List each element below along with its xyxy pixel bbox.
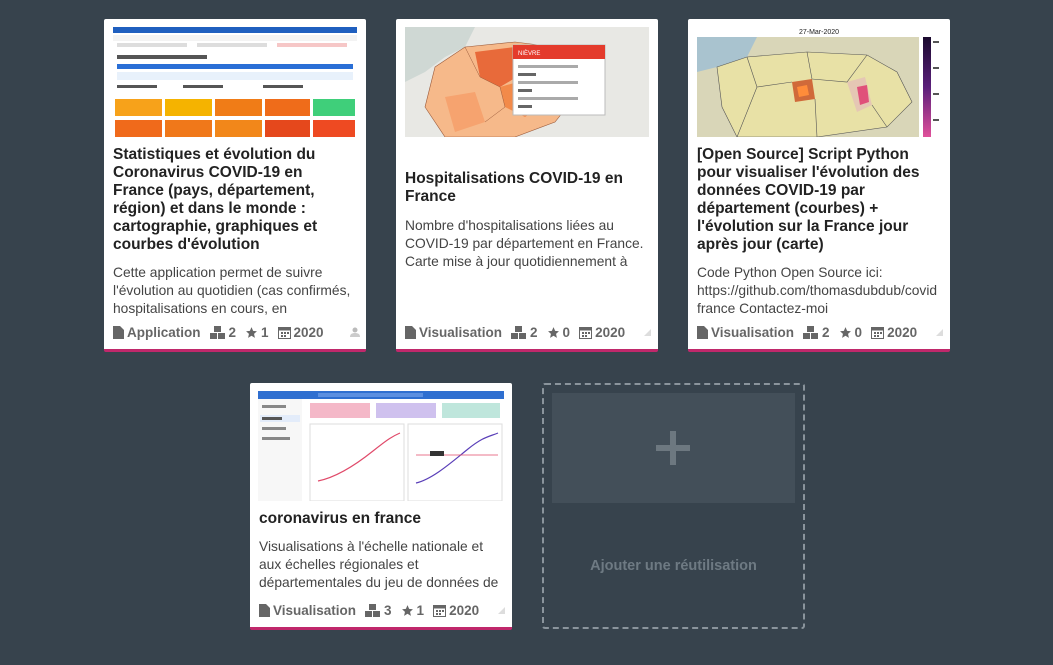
map-popup-title: NIÈVRE bbox=[518, 50, 540, 57]
map-date: 27-Mar-2020 bbox=[799, 29, 839, 36]
year-meta: 2020 bbox=[277, 324, 324, 340]
card-title[interactable]: Statistiques et évolution du Coronavirus… bbox=[113, 146, 356, 254]
cubes-icon bbox=[365, 603, 381, 617]
stars-count: 0 bbox=[854, 324, 863, 340]
year: 2020 bbox=[887, 324, 918, 340]
owner-avatar-icon[interactable] bbox=[496, 605, 506, 615]
reuse-card[interactable]: NIÈVRE Hospitalisations COVID-19 en Fran… bbox=[396, 19, 658, 352]
card-description: Nombre d'hospitalisations liées au COVID… bbox=[405, 218, 644, 269]
datasets-meta: 2 bbox=[511, 325, 538, 340]
calendar-icon bbox=[579, 326, 593, 339]
card-title[interactable]: [Open Source] Script Python pour visuali… bbox=[697, 146, 940, 254]
year: 2020 bbox=[595, 324, 626, 340]
add-reuse-card[interactable]: Ajouter une réutilisation bbox=[542, 383, 805, 629]
calendar-icon bbox=[433, 604, 447, 617]
star-icon bbox=[246, 326, 257, 338]
file-icon bbox=[113, 325, 124, 339]
card-description: Code Python Open Source ici: https://git… bbox=[697, 265, 938, 316]
card-thumbnail bbox=[258, 391, 504, 501]
add-reuse-label[interactable]: Ajouter une réutilisation bbox=[544, 558, 803, 574]
card-type: Visualisation bbox=[273, 602, 357, 618]
cubes-icon bbox=[803, 325, 819, 339]
card-title[interactable]: Hospitalisations COVID-19 en France bbox=[405, 170, 648, 206]
datasets-meta: 2 bbox=[209, 324, 237, 340]
card-description: Visualisations à l'échelle nationale et … bbox=[259, 539, 499, 590]
stars-count: 0 bbox=[562, 324, 571, 340]
stars-count: 1 bbox=[416, 602, 425, 618]
datasets-count: 2 bbox=[228, 324, 237, 340]
stars-meta: 0 bbox=[839, 324, 863, 340]
stars-count: 1 bbox=[261, 324, 269, 340]
datasets-meta: 3 bbox=[365, 603, 392, 618]
star-icon bbox=[839, 326, 851, 338]
owner-avatar-icon[interactable] bbox=[350, 327, 360, 337]
datasets-count: 2 bbox=[530, 324, 538, 340]
card-meta: Visualisation 2 0 2020 bbox=[697, 323, 944, 341]
add-reuse-placeholder[interactable] bbox=[552, 393, 795, 503]
year-meta: 2020 bbox=[433, 603, 479, 618]
datasets-count: 2 bbox=[822, 324, 830, 340]
calendar-icon bbox=[871, 326, 885, 339]
calendar-icon bbox=[277, 326, 291, 339]
card-type: Application bbox=[127, 324, 201, 340]
type-meta: Visualisation bbox=[697, 325, 794, 340]
card-meta: Visualisation 2 0 2020 bbox=[405, 323, 652, 341]
datasets-count: 3 bbox=[384, 602, 392, 618]
reuse-card[interactable]: Statistiques et évolution du Coronavirus… bbox=[104, 19, 366, 352]
type-meta: Visualisation bbox=[405, 325, 502, 340]
card-thumbnail: 27-Mar-2020 bbox=[697, 27, 941, 137]
year: 2020 bbox=[293, 324, 324, 340]
cubes-icon bbox=[209, 325, 225, 339]
datasets-meta: 2 bbox=[803, 325, 830, 340]
type-meta: Application bbox=[113, 325, 201, 340]
owner-avatar-icon[interactable] bbox=[934, 327, 944, 337]
card-title[interactable]: coronavirus en france bbox=[259, 510, 502, 528]
card-type: Visualisation bbox=[419, 324, 503, 340]
card-thumbnail: NIÈVRE bbox=[405, 27, 649, 137]
owner-avatar-icon[interactable] bbox=[642, 327, 652, 337]
type-meta: Visualisation bbox=[259, 603, 356, 618]
card-meta: Visualisation 3 1 2020 bbox=[259, 601, 506, 619]
year-meta: 2020 bbox=[579, 325, 625, 340]
star-icon bbox=[401, 604, 413, 616]
file-icon bbox=[405, 325, 416, 339]
file-icon bbox=[259, 603, 270, 617]
year-meta: 2020 bbox=[871, 325, 917, 340]
card-meta: Application 2 1 2020 bbox=[113, 323, 360, 341]
card-type: Visualisation bbox=[711, 324, 795, 340]
card-description: Cette application permet de suivre l'évo… bbox=[113, 265, 351, 316]
year: 2020 bbox=[449, 602, 480, 618]
stars-meta: 0 bbox=[547, 324, 571, 340]
stars-meta: 1 bbox=[245, 325, 269, 340]
stars-meta: 1 bbox=[401, 602, 425, 618]
cubes-icon bbox=[511, 325, 527, 339]
reuse-card[interactable]: coronavirus en france Visualisations à l… bbox=[250, 383, 512, 630]
reuse-card[interactable]: 27-Mar-2020 [Open Source] Script Python … bbox=[688, 19, 950, 352]
star-icon bbox=[547, 326, 559, 338]
card-thumbnail bbox=[113, 27, 357, 137]
file-icon bbox=[697, 325, 708, 339]
